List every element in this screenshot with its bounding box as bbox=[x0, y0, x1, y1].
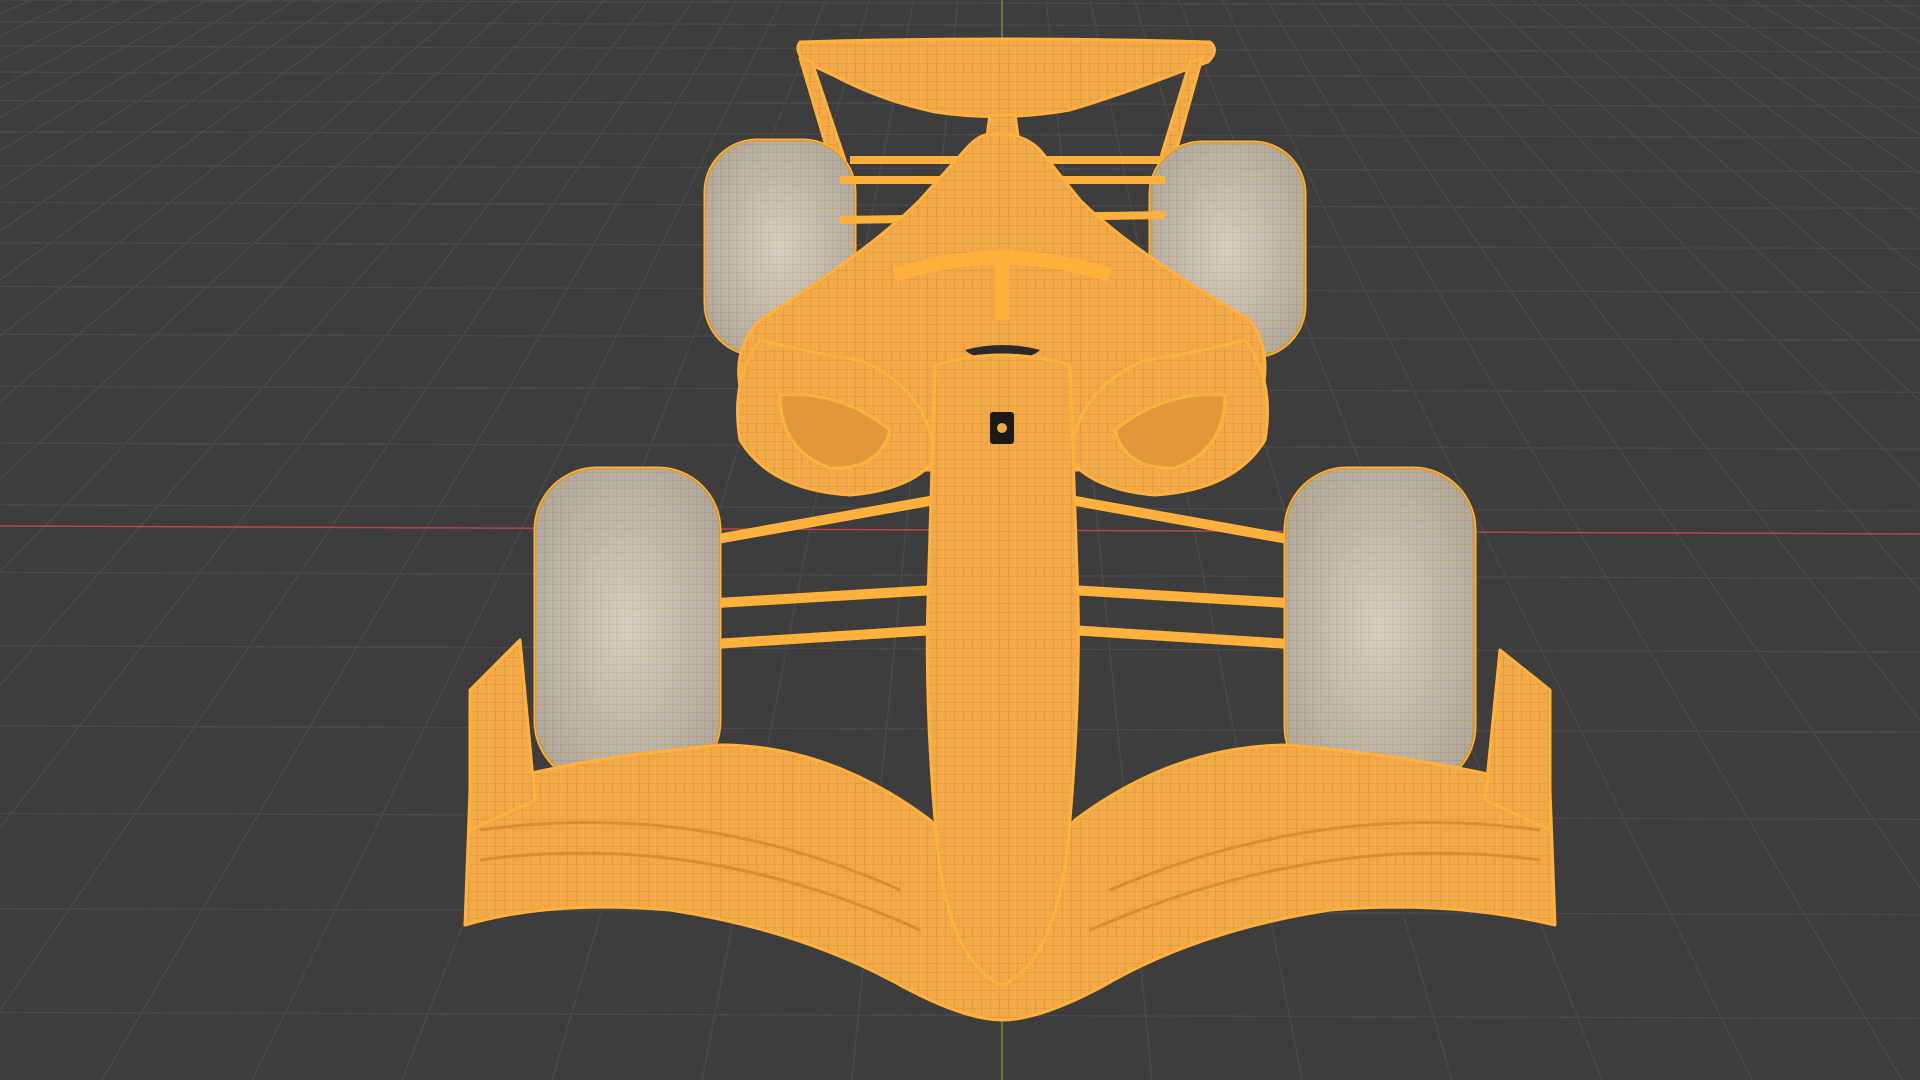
nose-cone[interactable] bbox=[925, 353, 1080, 987]
front-tyre-left[interactable] bbox=[533, 466, 722, 785]
nose-camera-icon bbox=[997, 423, 1007, 433]
front-wing-endplate-left[interactable] bbox=[468, 638, 537, 832]
grid-line bbox=[0, 21, 1920, 29]
viewport-scene[interactable] bbox=[0, 0, 1920, 1080]
front-tyre-right[interactable] bbox=[1283, 466, 1477, 790]
rear-wing[interactable] bbox=[796, 37, 1216, 119]
3d-viewport[interactable] bbox=[0, 0, 1920, 1080]
front-wing-endplate-right[interactable] bbox=[1483, 648, 1552, 832]
formula-car-model[interactable] bbox=[463, 37, 1557, 1022]
